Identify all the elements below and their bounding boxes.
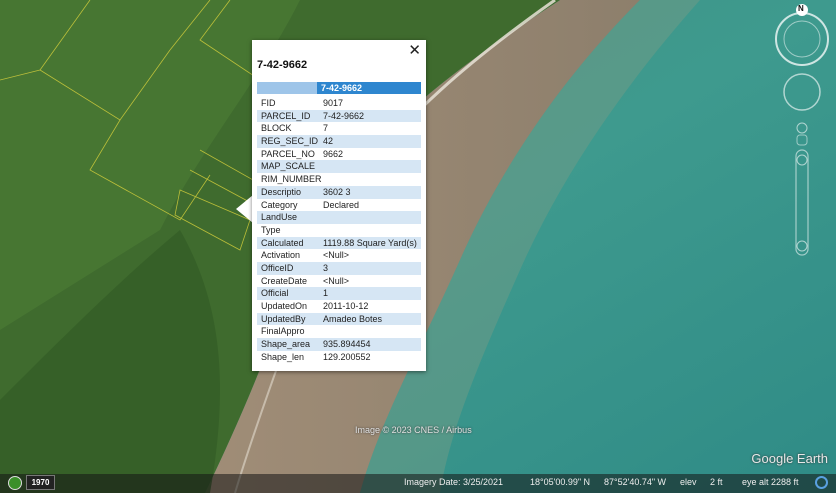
attribute-key: Shape_len — [261, 351, 305, 362]
attribute-key: Category — [261, 199, 298, 210]
attribute-row: BLOCK 7 — [257, 122, 421, 135]
attribute-row: REG_SEC_ID 42 — [257, 135, 421, 148]
attribute-value: 7-42-9662 — [323, 110, 365, 121]
attribute-key: PARCEL_NO — [261, 148, 315, 159]
popup-pointer — [236, 195, 253, 223]
attribute-row: FinalAppro — [257, 325, 421, 338]
attribute-value: <Null> — [323, 250, 350, 261]
attribute-value: 9662 — [323, 148, 344, 159]
attribute-value — [322, 173, 421, 186]
zoom-slider[interactable] — [795, 149, 809, 256]
street-view-person-icon[interactable] — [796, 122, 808, 134]
attribute-row: PARCEL_ID 7-42-9662 — [257, 109, 421, 123]
attribute-value: 3602 3 — [323, 186, 351, 197]
header-label-cell — [257, 82, 317, 94]
attribute-key: CreateDate — [261, 275, 308, 286]
attribute-value: Amadeo Botes — [323, 313, 383, 324]
attribute-row: OfficeID 3 — [257, 261, 421, 275]
attribute-key: PARCEL_ID — [261, 110, 311, 121]
attribute-key: RIM_NUMBER — [261, 174, 322, 185]
attribute-key: LandUse — [261, 212, 298, 223]
attribute-row: Activation <Null> — [257, 249, 421, 262]
imagery-credit: Image © 2023 CNES / Airbus — [355, 425, 472, 435]
compass-north-label: N — [798, 4, 804, 13]
attribute-key: MAP_SCALE — [261, 161, 316, 172]
attribute-value: 1119.88 Square Yard(s) — [323, 237, 417, 248]
attribute-key: FID — [261, 98, 276, 108]
attribute-table: FID 9017 PARCEL_ID 7-42-9662 BLOCK 7 REG_SEC_I… — [257, 97, 421, 363]
attribute-row: FID 9017 — [257, 97, 421, 110]
attribute-key: UpdatedOn — [261, 301, 308, 311]
elevation-value: 2 ft — [710, 477, 723, 487]
attribute-key: Calculated — [261, 237, 304, 248]
attribute-value: 3 — [323, 262, 329, 273]
google-earth-logo: Google Earth — [751, 451, 828, 466]
attribute-row: Shape_area 935.894454 — [257, 338, 421, 351]
attribute-value: 9017 — [323, 98, 344, 108]
attribute-value: 2011-10-12 — [323, 301, 369, 311]
attribute-value: 42 — [323, 136, 334, 147]
attribute-row: Descriptio 3602 3 — [257, 185, 421, 199]
attribute-key: Official — [261, 288, 289, 299]
historical-imagery-year[interactable]: 1970 — [26, 475, 55, 490]
eye-altitude: eye alt 2288 ft — [742, 477, 799, 487]
parcel-info-popup: ✕ 7-42-9662 7-42-9662 FID 9017 PARCEL_ID 7-… — [252, 40, 426, 371]
attribute-row: Calculated 1119.88 Square Yard(s) — [257, 236, 421, 250]
zoom-in-icon[interactable] — [796, 154, 808, 166]
look-joystick-icon[interactable] — [783, 73, 821, 111]
attribute-row: UpdatedOn 2011-10-12 — [257, 300, 421, 313]
attribute-row: UpdatedBy Amadeo Botes — [257, 312, 421, 326]
popup-title: 7-42-9662 — [257, 59, 308, 71]
attribute-value: 935.894454 — [323, 339, 371, 350]
attribute-row: Category Declared — [257, 199, 421, 212]
attribute-value: 129.200552 — [323, 351, 371, 362]
header-value: 7-42-9662 — [321, 83, 363, 93]
longitude-readout: 87°52'40.74" W — [604, 477, 667, 487]
latitude-readout: 18°05'00.99" N — [530, 477, 591, 487]
attribute-row: RIM_NUMBER — [257, 173, 421, 186]
attribute-row: Shape_len 129.200552 — [257, 351, 421, 364]
streaming-status-icon — [815, 476, 828, 489]
attribute-value — [322, 325, 421, 338]
attribute-row: PARCEL_NO 9662 — [257, 148, 421, 161]
attribute-key: Activation — [261, 250, 301, 261]
attribute-row: CreateDate <Null> — [257, 275, 421, 288]
zoom-out-icon[interactable] — [796, 240, 808, 252]
attribute-value: Declared — [323, 199, 360, 210]
attribute-key: Descriptio — [261, 186, 302, 197]
attribute-value: 7 — [323, 123, 329, 134]
attribute-value: 1 — [323, 288, 329, 299]
imagery-date: Imagery Date: 3/25/2021 — [404, 477, 504, 487]
close-icon[interactable]: ✕ — [408, 41, 421, 59]
attribute-key: UpdatedBy — [261, 313, 306, 324]
attribute-row: Type — [257, 224, 421, 237]
attribute-key: FinalAppro — [261, 326, 305, 337]
attribute-row: LandUse — [257, 211, 421, 224]
attribute-value — [322, 211, 421, 224]
attribute-key: BLOCK — [261, 123, 292, 134]
attribute-row: Official 1 — [257, 287, 421, 300]
attribute-key: Type — [261, 224, 281, 235]
attribute-key: REG_SEC_ID — [261, 136, 319, 147]
attribute-value: <Null> — [323, 275, 350, 286]
globe-icon[interactable] — [8, 476, 22, 490]
attribute-table-header: 7-42-9662 — [257, 82, 421, 94]
attribute-key: Shape_area — [261, 339, 311, 350]
elevation-label: elev — [680, 477, 697, 487]
attribute-value — [322, 160, 421, 173]
attribute-value — [322, 224, 421, 237]
attribute-row: MAP_SCALE — [257, 160, 421, 174]
attribute-key: OfficeID — [261, 262, 294, 273]
